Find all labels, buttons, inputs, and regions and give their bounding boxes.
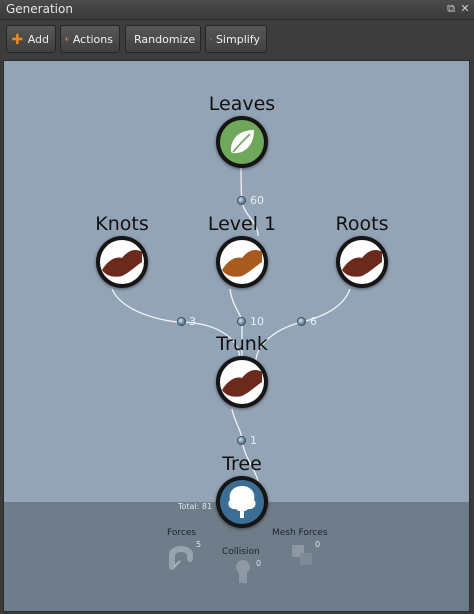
node-title-trunk: Trunk [216,333,268,355]
close-icon[interactable]: ✕ [458,2,472,16]
node-knots[interactable] [96,236,148,288]
branch-icon [220,240,264,284]
randomize-button-label: Randomize [134,32,196,46]
node-title-tree: Tree [222,453,262,475]
port-level1[interactable] [237,317,246,326]
forces-count: 5 [196,540,202,549]
actions-icon [65,37,69,41]
branch-icon [340,240,384,284]
window-titlebar: Generation ⧉ ✕ [0,0,474,20]
tree-total-label: Total: 81 [178,502,213,511]
add-button[interactable]: Add [6,25,56,53]
simplify-icon [210,38,212,40]
tree-icon [220,480,264,524]
collision-count: 0 [256,559,262,568]
port-roots[interactable] [297,317,306,326]
add-button-label: Add [27,32,49,46]
window-title: Generation [6,2,73,16]
wire-knots-port [111,288,183,323]
port-label-trunk: 1 [250,434,257,447]
node-level1[interactable] [216,236,268,288]
branch-icon [220,360,264,404]
port-trunk[interactable] [237,436,246,445]
port-label-level1: 10 [250,315,264,328]
node-leaves[interactable] [216,116,268,168]
randomize-button[interactable]: Randomize [125,25,201,53]
mesh-forces-icon[interactable] [288,539,318,569]
port-leaves[interactable] [237,196,246,205]
node-trunk[interactable] [216,356,268,408]
node-title-leaves: Leaves [208,93,276,115]
port-knots[interactable] [177,317,186,326]
restore-icon[interactable]: ⧉ [444,2,458,16]
port-label-roots: 6 [310,315,317,328]
node-graph-canvas[interactable]: Leaves Knots Level 1 Roots Trunk Tree To… [3,60,470,612]
actions-button[interactable]: Actions [60,25,120,53]
node-title-level1: Level 1 [207,213,277,235]
leaf-icon [220,120,264,164]
toolbar: Add Actions Randomize Simplify [0,20,474,60]
port-label-knots: 3 [189,315,196,328]
node-roots[interactable] [336,236,388,288]
branch-icon [100,240,144,284]
actions-button-label: Actions [72,32,113,46]
collision-icon[interactable] [228,557,258,587]
port-label-leaves: 60 [250,194,264,207]
plus-icon [12,33,23,45]
magnet-icon[interactable] [164,539,198,573]
simplify-button[interactable]: Simplify [205,25,267,53]
mesh-forces-label: Mesh Forces [272,528,328,538]
mesh-forces-count: 0 [315,540,321,549]
collision-label: Collision [222,547,260,557]
simplify-button-label: Simplify [215,32,260,46]
node-title-knots: Knots [95,213,149,235]
forces-label: Forces [167,528,197,538]
node-tree[interactable] [216,476,268,528]
node-title-roots: Roots [335,213,389,235]
